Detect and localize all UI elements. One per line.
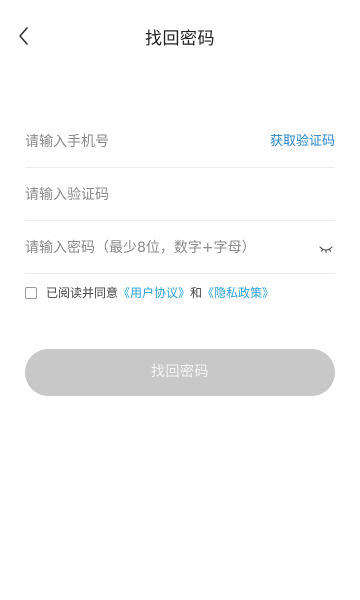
user-agreement-link[interactable]: 《用户协议》 [118, 284, 190, 301]
page-title: 找回密码 [145, 29, 215, 49]
recover-password-button[interactable]: 找回密码 [25, 349, 335, 396]
privacy-policy-link[interactable]: 《隐私政策》 [202, 284, 274, 301]
page-header: 找回密码 [0, 0, 360, 72]
password-input[interactable] [25, 228, 305, 268]
verification-code-input[interactable] [25, 175, 305, 215]
eye-closed-icon [319, 246, 333, 253]
code-field-row [25, 168, 335, 221]
phone-input[interactable] [25, 122, 245, 162]
agreement-prefix: 已阅读并同意 [46, 286, 119, 300]
agreement-row: 已阅读并同意 《用户协议》 和 《隐私政策》 [25, 284, 274, 301]
password-field-row [25, 221, 335, 274]
recover-password-form: 获取验证码 [25, 115, 335, 274]
password-visibility-toggle[interactable] [319, 241, 333, 253]
get-verification-code-button[interactable]: 获取验证码 [270, 130, 335, 149]
agreement-and-text: 和 [190, 286, 203, 300]
phone-field-row: 获取验证码 [25, 115, 335, 168]
agreement-checkbox[interactable] [25, 286, 37, 299]
